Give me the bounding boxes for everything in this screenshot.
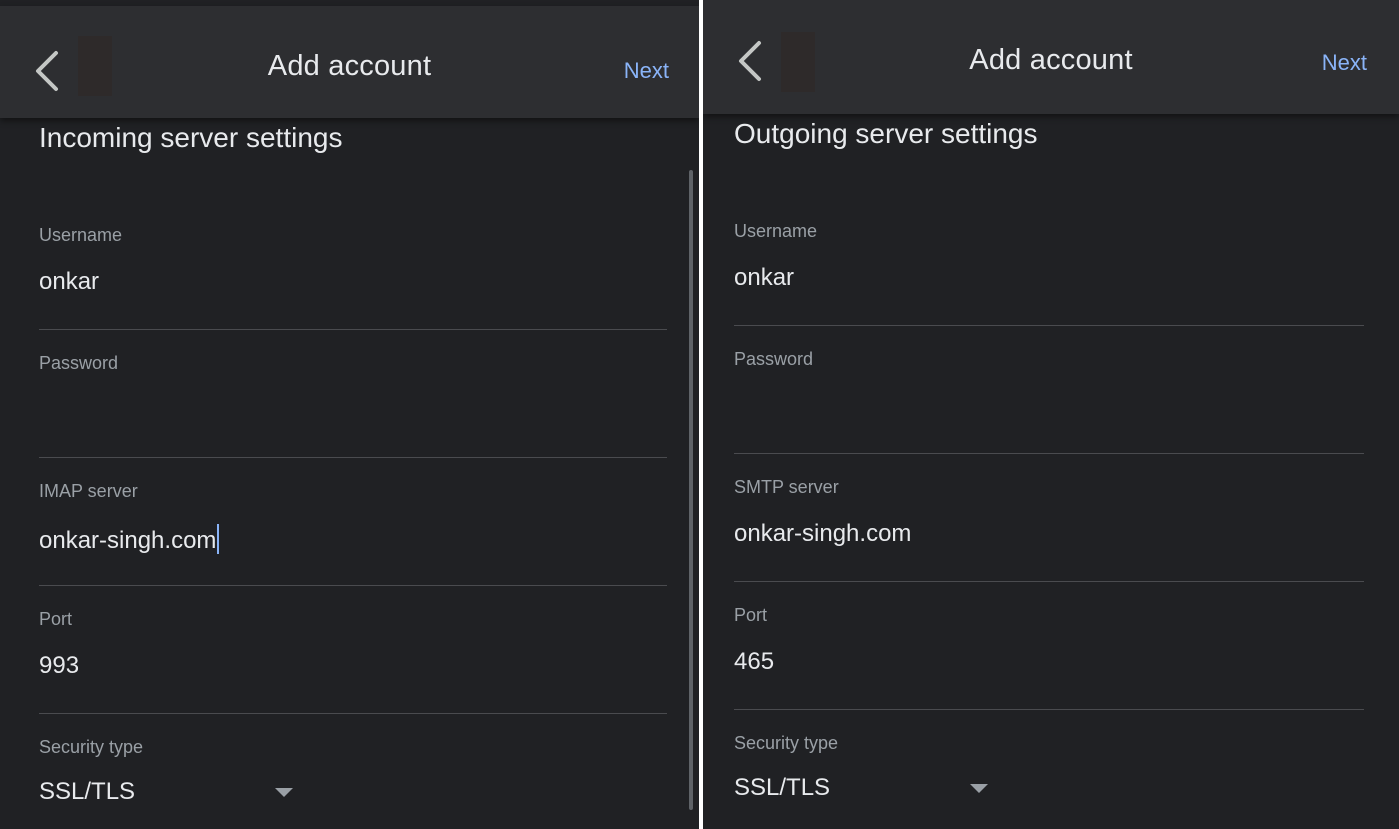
port-input[interactable]: 993: [39, 652, 667, 680]
security-type-label: Security type: [734, 733, 839, 753]
settings-form: Incoming server settings Username onkar …: [39, 118, 667, 824]
smtp-server-input[interactable]: onkar-singh.com: [734, 520, 1364, 548]
security-type-field: Security type SSL/TLS: [39, 714, 667, 824]
username-label: Username: [734, 221, 818, 241]
settings-form: Outgoing server settings Username onkar …: [734, 114, 1364, 820]
username-label: Username: [39, 225, 123, 245]
port-label: Port: [39, 609, 73, 629]
imap-server-input[interactable]: onkar-singh.com: [39, 524, 667, 555]
username-input[interactable]: onkar: [734, 264, 1364, 292]
outgoing-settings-screen: Add account Next Outgoing server setting…: [703, 0, 1399, 829]
imap-server-value: onkar-singh.com: [39, 527, 217, 554]
smtp-server-field[interactable]: SMTP server onkar-singh.com: [734, 454, 1364, 582]
security-type-value: SSL/TLS: [734, 774, 831, 801]
appbar-title: Add account: [267, 50, 432, 82]
next-button[interactable]: Next: [1322, 50, 1367, 76]
next-button[interactable]: Next: [624, 58, 669, 84]
port-field[interactable]: Port 993: [39, 586, 667, 714]
security-type-value: SSL/TLS: [39, 778, 136, 805]
username-input[interactable]: onkar: [39, 268, 667, 296]
security-type-field: Security type SSL/TLS: [734, 710, 1364, 820]
incoming-settings-screen: Add account Next Incoming server setting…: [0, 0, 699, 829]
section-heading: Incoming server settings: [39, 122, 343, 153]
port-field[interactable]: Port 465: [734, 582, 1364, 710]
text-cursor: [217, 524, 220, 554]
caret-down-icon: [275, 788, 293, 797]
app-bar: Add account Next: [0, 6, 699, 118]
port-input[interactable]: 465: [734, 648, 1364, 676]
security-type-dropdown[interactable]: SSL/TLS: [39, 778, 299, 818]
imap-server-label: IMAP server: [39, 481, 138, 501]
password-field[interactable]: Password: [39, 330, 667, 458]
scrollbar[interactable]: [689, 170, 693, 810]
security-type-label: Security type: [39, 737, 144, 757]
password-label: Password: [39, 353, 119, 373]
smtp-server-label: SMTP server: [734, 477, 839, 497]
password-label: Password: [734, 349, 814, 369]
section-heading: Outgoing server settings: [734, 118, 1038, 149]
port-label: Port: [734, 605, 768, 625]
app-bar: Add account Next: [703, 0, 1399, 114]
security-type-dropdown[interactable]: SSL/TLS: [734, 774, 994, 814]
username-field[interactable]: Username onkar: [734, 198, 1364, 326]
password-field[interactable]: Password: [734, 326, 1364, 454]
caret-down-icon: [970, 784, 988, 793]
appbar-title: Add account: [969, 44, 1133, 76]
imap-server-field[interactable]: IMAP server onkar-singh.com: [39, 458, 667, 586]
username-field[interactable]: Username onkar: [39, 202, 667, 330]
